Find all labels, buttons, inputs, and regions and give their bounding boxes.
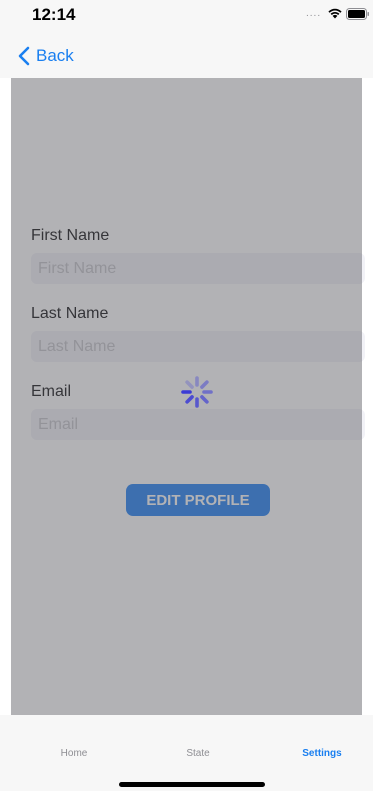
wifi-icon <box>328 8 342 19</box>
chevron-left-icon <box>18 46 30 66</box>
tab-home[interactable]: Home <box>24 748 124 759</box>
back-label: Back <box>36 46 74 65</box>
status-time: 12:14 <box>32 5 76 24</box>
signal-dots: .... <box>306 8 322 19</box>
home-indicator <box>119 782 265 787</box>
tab-settings[interactable]: Settings <box>272 748 372 759</box>
back-button[interactable]: Back <box>18 44 74 68</box>
tab-bar: Home State Settings <box>0 715 373 791</box>
battery-icon <box>346 8 369 20</box>
tab-state[interactable]: State <box>148 748 248 759</box>
navigation-bar: Back <box>0 34 373 78</box>
status-bar: 12:14 .... <box>0 0 373 34</box>
spinner-icon <box>181 376 213 408</box>
